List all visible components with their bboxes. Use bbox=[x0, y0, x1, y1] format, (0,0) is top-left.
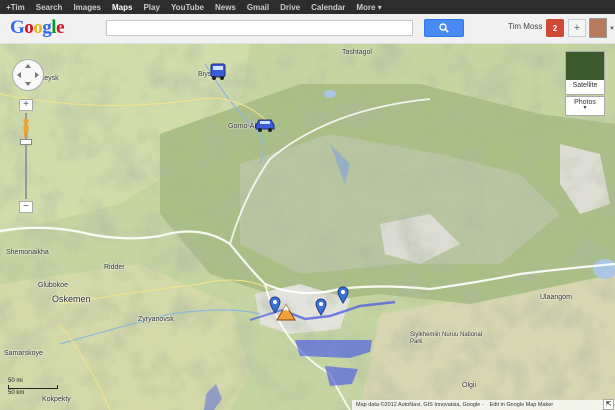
place-label: Ulaangom bbox=[540, 294, 572, 301]
chevron-down-icon: ▼ bbox=[582, 105, 588, 111]
notification-badge[interactable]: 2 bbox=[546, 19, 564, 37]
search-header: Google Tim Moss 2 + ▼ bbox=[0, 14, 615, 44]
topbar-item-youtube[interactable]: YouTube bbox=[171, 3, 204, 12]
scale-miles: 50 mi bbox=[8, 378, 23, 384]
place-label: Samarskoye bbox=[4, 350, 43, 357]
place-label: Siylkhemiin Nuruu National Park bbox=[410, 332, 483, 345]
google-logo[interactable]: Google bbox=[10, 17, 64, 39]
place-label: Ölgii bbox=[462, 382, 477, 389]
topbar-item-plus-tim[interactable]: +Tim bbox=[6, 3, 25, 12]
pin-marker[interactable] bbox=[315, 298, 327, 316]
logo-letter: o bbox=[33, 17, 43, 38]
zoom-slider-handle[interactable] bbox=[20, 139, 32, 145]
car-marker[interactable] bbox=[253, 117, 277, 133]
photos-button[interactable]: Photos ▼ bbox=[565, 96, 605, 116]
topbar-item-news[interactable]: News bbox=[215, 3, 236, 12]
place-label: Oskemen bbox=[52, 294, 91, 304]
map-canvas[interactable]: Aleysk Biysk Gorno-Altaysk Tashtagol She… bbox=[0, 44, 615, 410]
satellite-toggle[interactable]: Satellite bbox=[565, 51, 605, 95]
topbar-item-images[interactable]: Images bbox=[73, 3, 101, 12]
search-button[interactable] bbox=[424, 19, 464, 37]
zoom-control: + − bbox=[19, 99, 33, 213]
bus-marker[interactable] bbox=[208, 63, 228, 81]
satellite-thumbnail bbox=[566, 52, 604, 80]
place-label: Tashtagol bbox=[342, 49, 372, 56]
pin-marker[interactable] bbox=[337, 286, 349, 304]
place-label: Ridder bbox=[104, 264, 125, 271]
logo-letter: e bbox=[56, 17, 64, 38]
avatar[interactable] bbox=[589, 18, 607, 38]
scale-km: 50 km bbox=[8, 390, 25, 396]
zoom-out-button[interactable]: − bbox=[19, 201, 33, 213]
place-label: Zyryanovsk bbox=[138, 316, 174, 323]
topbar-item-calendar[interactable]: Calendar bbox=[311, 3, 345, 12]
topbar-item-maps[interactable]: Maps bbox=[112, 3, 132, 12]
pan-control[interactable] bbox=[12, 59, 44, 91]
scale-bar: 50 mi 50 km bbox=[8, 378, 58, 396]
map-attribution: Map data ©2012 AutoNavi, GIS Innovatsia,… bbox=[352, 400, 615, 410]
chevron-down-icon[interactable]: ▼ bbox=[609, 26, 615, 32]
map-maker-link[interactable]: Edit in Google Map Maker bbox=[490, 402, 554, 408]
place-label: Kokpekty bbox=[42, 396, 71, 403]
search-input[interactable] bbox=[106, 20, 413, 36]
logo-letter: g bbox=[42, 17, 52, 38]
google-bar: +Tim Search Images Maps Play YouTube New… bbox=[0, 0, 615, 14]
place-label: Glubokoe bbox=[38, 282, 68, 289]
scale-line bbox=[8, 385, 58, 389]
zoom-in-button[interactable]: + bbox=[19, 99, 33, 111]
topbar-item-gmail[interactable]: Gmail bbox=[247, 3, 269, 12]
pegman-icon[interactable] bbox=[21, 118, 31, 138]
search-icon bbox=[439, 23, 449, 33]
place-label: Shemonaikha bbox=[6, 249, 49, 256]
mountain-peak-marker[interactable] bbox=[275, 302, 297, 322]
topbar-item-drive[interactable]: Drive bbox=[280, 3, 300, 12]
user-name[interactable]: Tim Moss bbox=[508, 22, 542, 31]
share-button[interactable]: + bbox=[568, 19, 586, 37]
topbar-item-play[interactable]: Play bbox=[143, 3, 159, 12]
expand-icon[interactable]: ⇱ bbox=[603, 399, 614, 410]
satellite-label: Satellite bbox=[572, 82, 598, 89]
topbar-item-more[interactable]: More ▾ bbox=[356, 3, 381, 12]
pan-arrows-icon bbox=[17, 64, 39, 86]
copyright-text: Map data ©2012 AutoNavi, GIS Innovatsia,… bbox=[356, 402, 484, 408]
topbar-item-search[interactable]: Search bbox=[36, 3, 63, 12]
terrain-layer bbox=[0, 44, 615, 410]
logo-letter: o bbox=[24, 17, 34, 38]
logo-letter: G bbox=[10, 17, 25, 38]
